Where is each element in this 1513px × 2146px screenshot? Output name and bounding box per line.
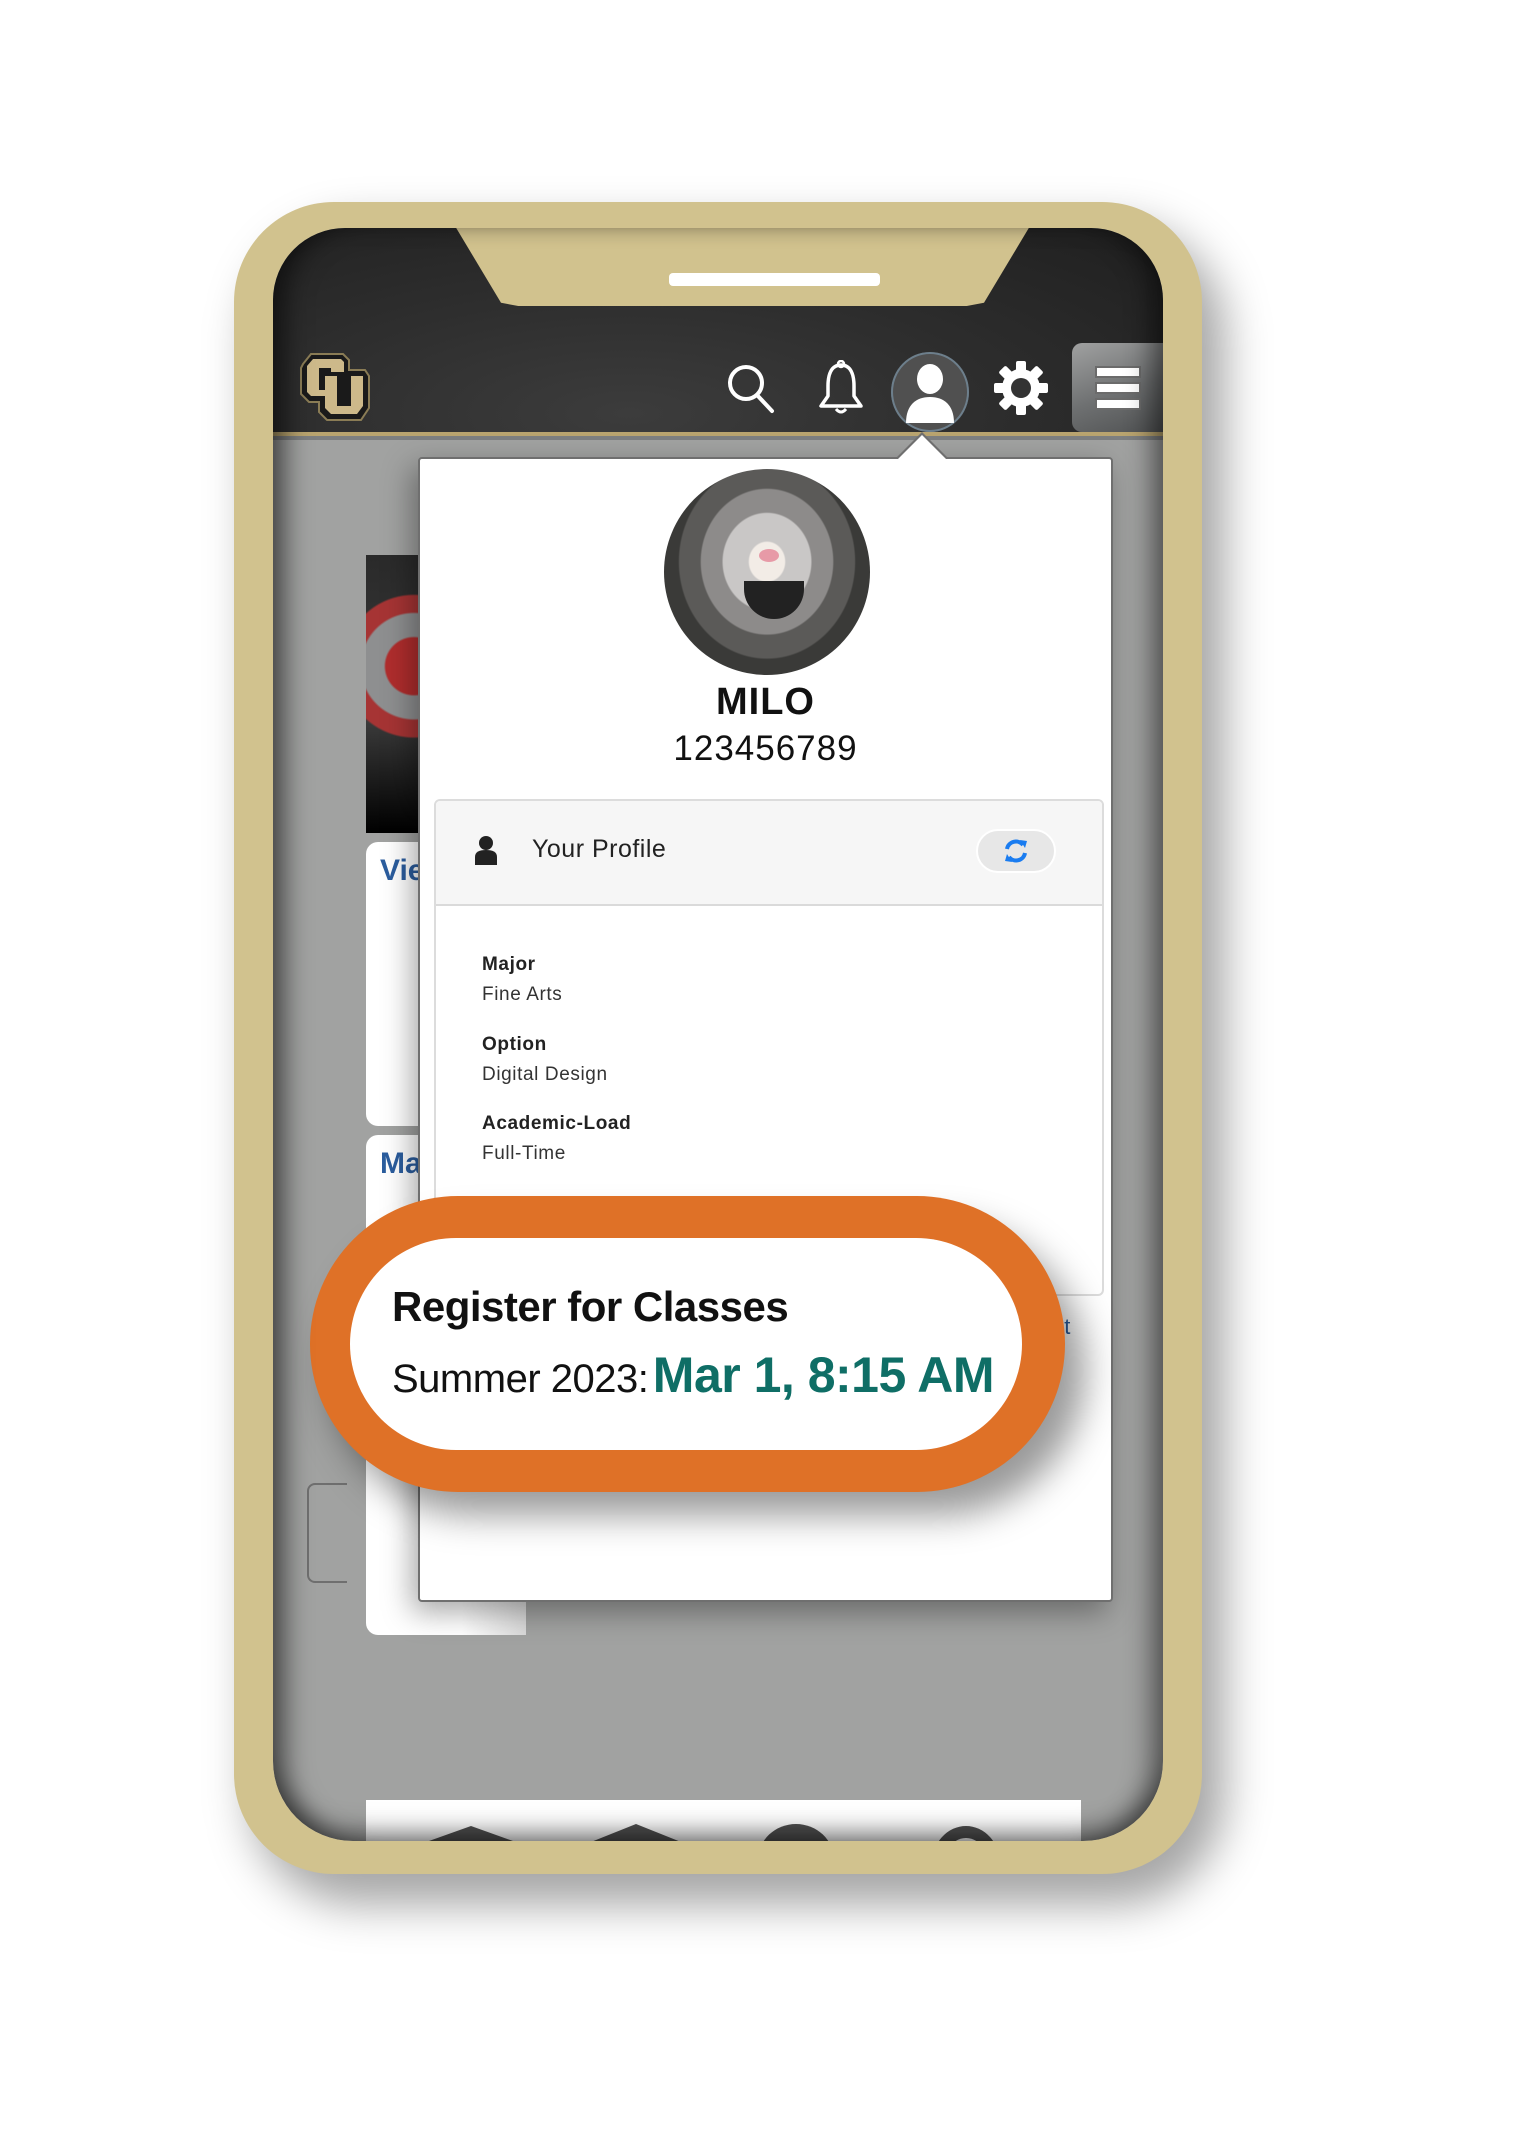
menu-button[interactable] (1072, 343, 1163, 432)
field-label: Academic-Load (482, 1113, 632, 1134)
callout-detail: Summer 2023: Mar 1, 8:15 AM (392, 1346, 995, 1404)
menu-icon-bar (1094, 365, 1141, 378)
notifications-button[interactable] (811, 358, 871, 418)
user-id: 123456789 (673, 729, 858, 768)
refresh-button[interactable] (976, 829, 1056, 873)
profile-field-academic-load: Academic-Load Full-Time (482, 1113, 631, 1165)
profile-field-major: Major Fine Arts (482, 954, 562, 1006)
background-box (307, 1483, 347, 1583)
profile-field-option: Option Digital Design (482, 1034, 608, 1086)
bottom-nav (366, 1800, 1081, 1841)
callout-body: Register for Classes Summer 2023: Mar 1,… (350, 1238, 1022, 1450)
graduation-cap-icon[interactable] (411, 1820, 531, 1841)
cu-logo[interactable] (297, 350, 373, 424)
callout-term: Summer 2023: (392, 1357, 649, 1401)
phone-speaker (669, 273, 880, 286)
search-button[interactable] (721, 358, 781, 418)
phone-notch (455, 228, 1030, 306)
bell-icon (819, 360, 863, 414)
settings-button[interactable] (991, 358, 1051, 418)
field-value: Fine Arts (482, 984, 563, 1005)
user-icon (475, 836, 497, 865)
profile-section-title: Your Profile (532, 835, 667, 863)
field-value: Full-Time (482, 1143, 566, 1164)
refresh-icon (1005, 839, 1027, 863)
profile-button[interactable] (891, 352, 969, 432)
popup-caret (898, 435, 946, 459)
avatar-detail (759, 549, 779, 562)
field-value: Digital Design (482, 1064, 608, 1085)
avatar (664, 469, 870, 675)
callout-title: Register for Classes (392, 1283, 789, 1330)
user-name: MILO (716, 681, 815, 723)
registration-callout: Register for Classes Summer 2023: Mar 1,… (310, 1196, 1065, 1492)
user-icon (906, 364, 954, 423)
menu-icon-bar (1094, 381, 1141, 394)
callout-date: Mar 1, 8:15 AM (652, 1347, 995, 1403)
profile-card-header: Your Profile (436, 801, 1102, 906)
field-label: Major (482, 954, 536, 975)
search-icon (728, 365, 774, 413)
search-icon[interactable] (906, 1820, 1026, 1841)
bank-icon[interactable] (576, 1820, 696, 1841)
field-label: Option (482, 1034, 547, 1055)
chat-icon[interactable] (746, 1820, 866, 1841)
menu-icon-bar (1094, 397, 1141, 410)
gear-icon (994, 361, 1048, 415)
